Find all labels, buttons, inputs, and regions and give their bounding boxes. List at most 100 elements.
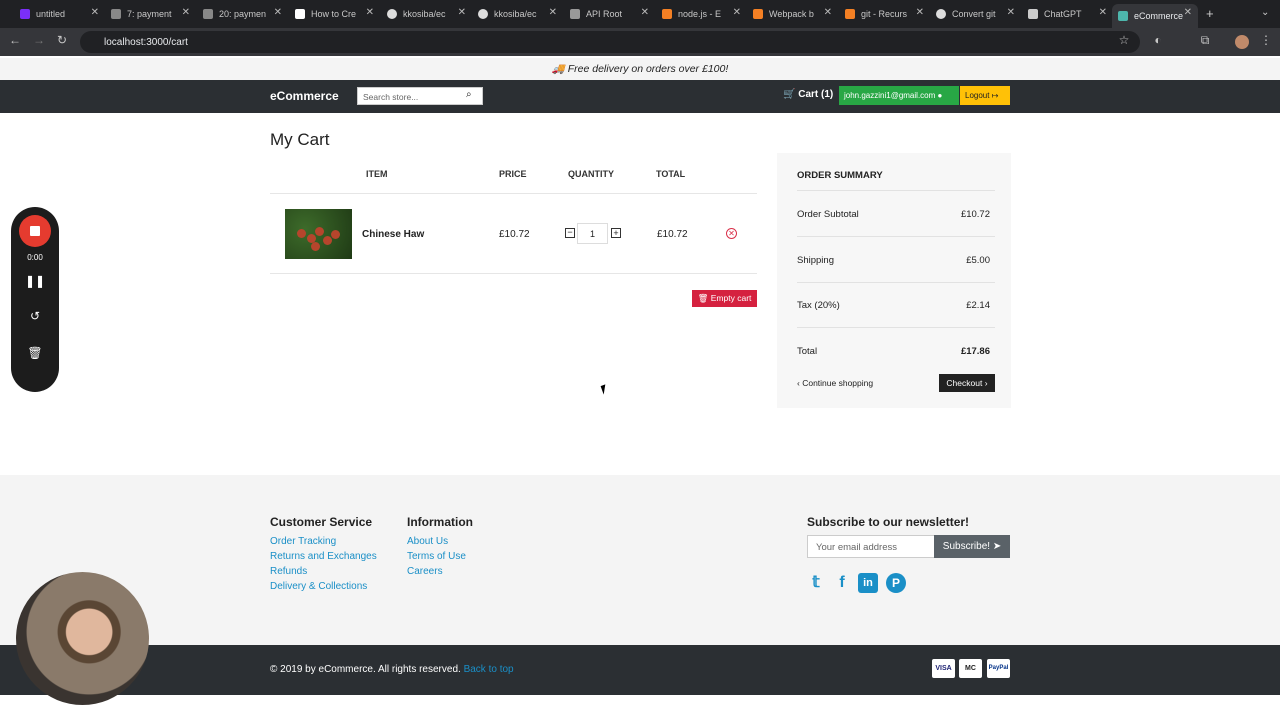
tab-favicon-icon [20, 9, 30, 19]
bookmark-star-icon[interactable]: ☆ [1116, 33, 1132, 47]
new-tab-icon[interactable]: + [1206, 6, 1214, 21]
browser-tab[interactable]: kkosiba/ec ✕ [472, 4, 563, 24]
newsletter-heading: Subscribe to our newsletter! [807, 515, 970, 529]
footer-link[interactable]: Refunds [270, 566, 307, 577]
tax-label: Tax (20%) [797, 300, 840, 311]
browser-tab[interactable]: ChatGPT ✕ [1022, 4, 1113, 24]
back-icon[interactable]: ← [7, 33, 23, 47]
forward-icon[interactable]: → [31, 33, 47, 47]
cart-link[interactable]: 🛒 Cart (1) [783, 89, 833, 100]
footer-link[interactable]: Careers [407, 566, 443, 577]
pause-icon[interactable]: ❚❚ [11, 274, 59, 288]
divider [270, 273, 757, 274]
cart-label: Cart (1) [798, 89, 834, 100]
browser-tab[interactable]: git - Recurs ✕ [839, 4, 930, 24]
footer-link[interactable]: Returns and Exchanges [270, 551, 377, 562]
empty-cart-button[interactable]: 🗑 Empty cart [692, 290, 757, 307]
close-icon[interactable]: ✕ [458, 7, 466, 18]
close-icon[interactable]: ✕ [733, 7, 741, 18]
account-button[interactable]: john.gazzini1@gmail.com ● [839, 86, 959, 105]
brand-logo[interactable]: eCommerce [270, 89, 339, 103]
close-icon[interactable]: ✕ [824, 7, 832, 18]
logout-icon: ↦ [991, 91, 999, 100]
browser-tab[interactable]: How to Cre ✕ [289, 4, 380, 24]
address-bar[interactable]: localhost:3000/cart [80, 31, 1140, 53]
close-icon[interactable]: ✕ [366, 7, 374, 18]
tab-list-icon[interactable]: ⌄ [1261, 7, 1269, 18]
menu-kebab-icon[interactable]: ⋮ [1258, 33, 1274, 47]
footer-link[interactable]: Delivery & Collections [270, 581, 367, 592]
github-icon [478, 9, 488, 19]
close-icon[interactable]: ✕ [641, 7, 649, 18]
close-icon[interactable]: ✕ [1099, 7, 1107, 18]
stop-recording-button[interactable] [19, 215, 51, 247]
total-value: £17.86 [960, 346, 990, 357]
search-icon[interactable]: ⌕ [466, 89, 472, 100]
search-input[interactable]: Search store... [357, 87, 483, 105]
checkout-button[interactable]: Checkout › [939, 374, 995, 392]
browser-tab-active[interactable]: eCommerce ✕ [1112, 4, 1198, 28]
restart-icon[interactable]: ↺ [11, 309, 59, 323]
decrease-quantity-icon[interactable]: − [565, 228, 575, 238]
close-icon[interactable]: ✕ [182, 7, 190, 18]
subscribe-label: Subscribe! [942, 541, 991, 552]
column-header-price: PRICE [499, 169, 527, 179]
close-icon[interactable]: ✕ [1007, 7, 1015, 18]
continue-shopping-link[interactable]: ‹ Continue shopping [797, 378, 873, 388]
linkedin-icon[interactable]: in [858, 573, 878, 593]
increase-quantity-icon[interactable]: + [611, 228, 621, 238]
tab-favicon-icon [203, 9, 213, 19]
url-text: localhost:3000/cart [104, 36, 188, 48]
pinterest-icon[interactable]: P [886, 573, 906, 593]
logout-label: Logout [965, 91, 990, 100]
browser-tab[interactable]: API Root ✕ [564, 4, 655, 24]
close-icon[interactable]: ✕ [1184, 7, 1192, 18]
browser-tab[interactable]: untitled ✕ [14, 4, 105, 24]
cart-item-total: £10.72 [657, 229, 688, 240]
trash-icon: 🗑 [697, 293, 709, 303]
remove-item-icon[interactable]: ✕ [726, 228, 737, 239]
browser-tab[interactable]: node.js - E ✕ [656, 4, 747, 24]
checkout-label: Checkout [946, 378, 983, 388]
site-navbar [0, 80, 1280, 113]
extensions-puzzle-icon[interactable]: ⧉ [1197, 33, 1213, 48]
profile-avatar[interactable] [1235, 35, 1249, 49]
browser-tab[interactable]: 20: paymen ✕ [197, 4, 288, 24]
back-to-top-link[interactable]: Back to top [464, 664, 514, 675]
extension-icon[interactable]: ◐ [1150, 33, 1166, 47]
mouse-cursor [600, 384, 609, 395]
continue-shopping-label: Continue shopping [802, 378, 874, 388]
webcam-overlay [16, 572, 149, 705]
cart-item-name[interactable]: Chinese Haw [362, 229, 424, 240]
close-icon[interactable]: ✕ [916, 7, 924, 18]
quantity-input[interactable]: 1 [577, 223, 608, 244]
total-label: Total [797, 346, 818, 357]
cart-item-price: £10.72 [499, 229, 530, 240]
subscribe-button[interactable]: Subscribe! ➤ [934, 535, 1010, 558]
cart-icon: 🛒 [783, 89, 796, 100]
footer-link[interactable]: Terms of Use [407, 551, 466, 562]
subtotal-label: Order Subtotal [797, 209, 859, 220]
account-email: john.gazzini1@gmail.com [844, 91, 936, 100]
logout-button[interactable]: Logout ↦ [960, 86, 1010, 105]
facebook-icon[interactable]: f [832, 573, 852, 593]
browser-tab[interactable]: 7: payment ✕ [105, 4, 196, 24]
chatgpt-icon [1028, 9, 1038, 19]
tab-favicon-icon [845, 9, 855, 19]
footer-link[interactable]: About Us [407, 536, 448, 547]
footer-link[interactable]: Order Tracking [270, 536, 336, 547]
close-icon[interactable]: ✕ [91, 7, 99, 18]
browser-tab[interactable]: Webpack b ✕ [747, 4, 838, 24]
paypal-icon: PayPal [987, 659, 1010, 678]
tab-favicon-icon [111, 9, 121, 19]
reload-icon[interactable]: ↻ [54, 33, 70, 47]
close-icon[interactable]: ✕ [274, 7, 282, 18]
product-image[interactable] [285, 209, 352, 259]
browser-tab[interactable]: Convert git ✕ [930, 4, 1021, 24]
newsletter-email-input[interactable]: Your email address [807, 535, 935, 558]
twitter-icon[interactable]: 𝕥 [806, 573, 826, 593]
github-icon [936, 9, 946, 19]
browser-tab[interactable]: kkosiba/ec ✕ [381, 4, 472, 24]
close-icon[interactable]: ✕ [549, 7, 557, 18]
trash-icon[interactable]: 🗑 [11, 346, 59, 360]
